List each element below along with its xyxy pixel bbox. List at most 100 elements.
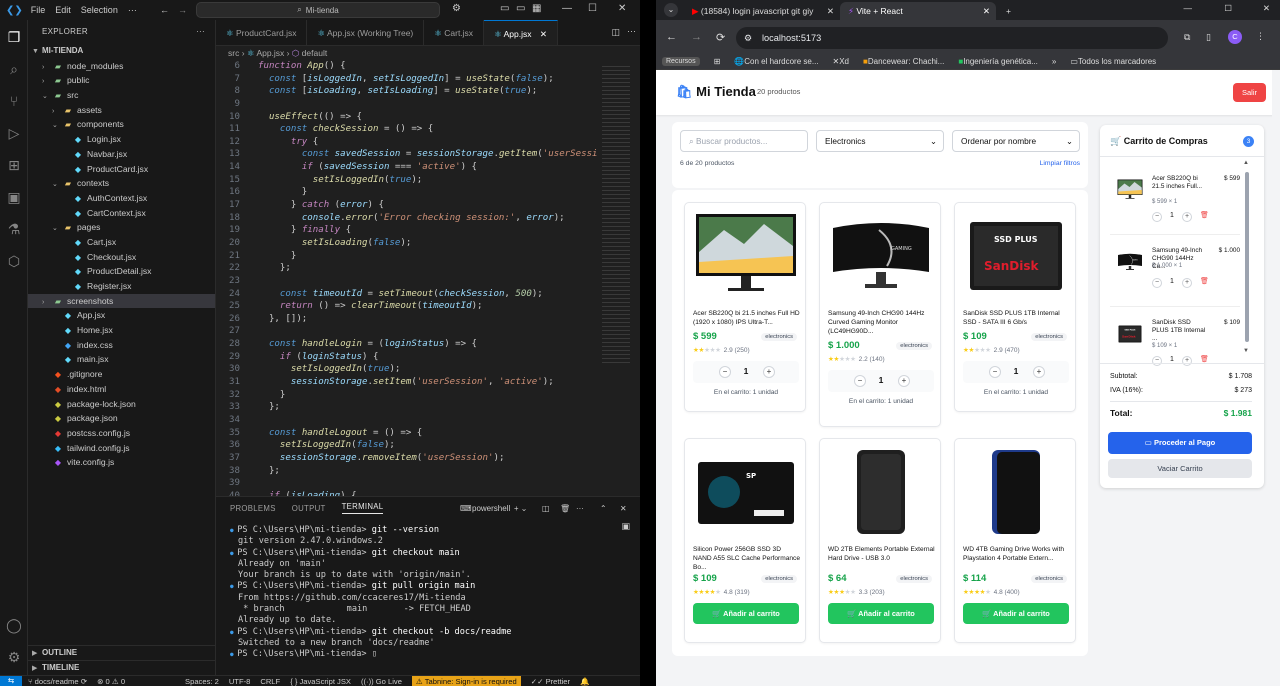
tab-productcard[interactable]: ⚛ ProductCard.jsx (216, 20, 308, 45)
product-card[interactable]: WD 4TB Gaming Drive Works with Playstati… (954, 438, 1076, 643)
product-card[interactable]: GAMING Samsung 49-Inch CHG90 144Hz Curved… (819, 202, 941, 427)
tree-file[interactable]: ◆ Register.jsx (28, 279, 215, 294)
code-line[interactable]: 27 (216, 325, 640, 338)
close-tab-icon[interactable]: ✕ (540, 29, 547, 39)
tree-file[interactable]: ◆ main.jsx (28, 352, 215, 367)
trash-icon[interactable]: 🗑 (1200, 211, 1209, 219)
product-name[interactable]: Samsung 49-Inch CHG90 144Hz Curved Gamin… (828, 309, 936, 336)
code-editor[interactable]: 6 function App() {7 const [isLoggedIn, se… (216, 60, 640, 496)
apps-grid-icon[interactable]: ⊞ (714, 57, 721, 66)
chrome-tab-vite[interactable]: ⚡ Vite + React ✕ (840, 2, 996, 20)
product-image[interactable]: SP (694, 448, 798, 536)
shop-logo[interactable]: 🛍 Mi Tienda (676, 84, 756, 100)
tree-file[interactable]: ◆ App.jsx (28, 308, 215, 323)
decrease-button[interactable]: − (1152, 212, 1162, 222)
search-input[interactable]: ⌕ Buscar productos... (680, 130, 808, 152)
code-line[interactable]: 32 } (216, 389, 640, 402)
tree-file[interactable]: ◆ index.html (28, 382, 215, 397)
product-name[interactable]: Acer SB220Q bi 21.5 inches Full HD (1920… (693, 309, 801, 327)
close-window-icon[interactable]: ✕ (1263, 3, 1270, 14)
encoding-status[interactable]: UTF-8 (229, 677, 251, 686)
maximize-icon[interactable]: ☐ (1224, 3, 1232, 14)
increase-button[interactable]: + (763, 366, 775, 378)
reload-icon[interactable]: ⟳ (716, 31, 725, 44)
code-line[interactable]: 17 } catch (error) { (216, 199, 640, 212)
add-to-cart-button[interactable]: 🛒 Añadir al carrito (693, 603, 799, 624)
new-tab-icon[interactable]: + (1006, 2, 1011, 20)
terminal-shell-label[interactable]: powershell (472, 504, 510, 513)
code-line[interactable]: 12 try { (216, 136, 640, 149)
tree-folder[interactable]: ⌄ ▰ src (28, 88, 215, 103)
problems-status[interactable]: ⊗ 0 ⚠ 0 (97, 677, 125, 686)
tree-file[interactable]: ◆ package-lock.json (28, 397, 215, 412)
product-card[interactable]: Acer SB220Q bi 21.5 inches Full HD (1920… (684, 202, 806, 412)
code-line[interactable]: 29 if (loginStatus) { (216, 351, 640, 364)
scroll-down-icon[interactable]: ▼ (1243, 348, 1249, 354)
explorer-icon[interactable]: ❐ (5, 28, 23, 46)
profile-avatar[interactable]: C (1228, 30, 1242, 44)
code-line[interactable]: 16 } (216, 186, 640, 199)
search-view-icon[interactable]: ⌕ (5, 60, 23, 78)
sort-select[interactable]: Ordenar por nombre ⌄ (952, 130, 1080, 152)
tree-file[interactable]: ◆ CartContext.jsx (28, 206, 215, 221)
notifications-icon[interactable]: 🔔 (580, 677, 589, 686)
tree-folder[interactable]: › ▰ assets (28, 103, 215, 118)
more-menu-icon[interactable]: ··· (128, 5, 137, 15)
docker-icon[interactable]: ⬡ (5, 252, 23, 270)
code-line[interactable]: 36 setIsLoggedIn(false); (216, 439, 640, 452)
logout-button[interactable]: Salir (1232, 83, 1266, 102)
remote-indicator-icon[interactable]: ⇆ (0, 675, 22, 686)
remote-explorer-icon[interactable]: ▣ (5, 188, 23, 206)
product-image[interactable] (829, 448, 933, 536)
source-control-icon[interactable]: ⑂ (5, 92, 23, 110)
code-line[interactable]: 7 const [isLoggedIn, setIsLoggedIn] = us… (216, 73, 640, 86)
maximize-icon[interactable]: ☐ (588, 3, 597, 14)
breadcrumb-file[interactable]: App.jsx (256, 48, 284, 58)
code-line[interactable]: 26 }, []); (216, 313, 640, 326)
decrease-button[interactable]: − (854, 375, 866, 387)
timeline-section[interactable]: ▶ TIMELINE (28, 660, 216, 675)
tree-file[interactable]: ◆ index.css (28, 338, 215, 353)
chrome-tab-youtube[interactable]: ▶ (18584) login javascript git giy ✕ (684, 2, 840, 20)
add-to-cart-button[interactable]: 🛒 Añadir al carrito (963, 603, 1069, 624)
manage-gear-icon[interactable]: ⚙ (5, 648, 23, 666)
editor-more-icon[interactable]: ··· (627, 26, 636, 36)
testing-icon[interactable]: ⚗ (5, 220, 23, 238)
code-line[interactable]: 30 setIsLoggedIn(true); (216, 363, 640, 376)
trash-icon[interactable]: 🗑 (1200, 277, 1209, 285)
code-line[interactable]: 34 (216, 414, 640, 427)
tree-folder[interactable]: › ▰ node_modules (28, 59, 215, 74)
back-arrow-icon[interactable]: ← (160, 5, 169, 15)
breadcrumb-src[interactable]: src (228, 48, 239, 58)
bookmark-2[interactable]: ✕ Xd (833, 57, 850, 66)
bookmark-recursos[interactable]: Recursos (662, 57, 700, 66)
product-image[interactable] (694, 212, 798, 300)
prettier-status[interactable]: ✓✓ Prettier (531, 677, 570, 686)
code-line[interactable]: 28 const handleLogin = (loginStatus) => … (216, 338, 640, 351)
tree-file[interactable]: ◆ .gitignore (28, 367, 215, 382)
close-tab-icon[interactable]: ✕ (827, 2, 834, 20)
code-line[interactable]: 33 }; (216, 401, 640, 414)
close-tab-icon[interactable]: ✕ (983, 2, 990, 20)
page-scrollbar[interactable] (1272, 70, 1280, 686)
product-image[interactable]: GAMING (829, 212, 933, 300)
menu-file[interactable]: File (31, 5, 46, 15)
scrollbar-thumb[interactable] (1245, 172, 1249, 342)
sidepanel-icon[interactable]: ▯ (1206, 32, 1211, 43)
tree-file[interactable]: ◆ Navbar.jsx (28, 147, 215, 162)
tree-file[interactable]: ◆ Checkout.jsx (28, 250, 215, 265)
tree-folder[interactable]: ⌄ ▰ contexts (28, 176, 215, 191)
code-line[interactable]: 37 sessionStorage.removeItem('userSessio… (216, 452, 640, 465)
terminal-list-icon[interactable]: ▣ (621, 521, 630, 532)
extensions-puzzle-icon[interactable]: ⧉ (1184, 32, 1190, 43)
layout-custom-icon[interactable]: ▦ (532, 3, 541, 14)
chrome-menu-icon[interactable]: ⋮ (1256, 31, 1265, 42)
code-line[interactable]: 8 const [isLoading, setIsLoading] = useS… (216, 85, 640, 98)
category-select[interactable]: Electronics ⌄ (816, 130, 944, 152)
product-image[interactable] (964, 448, 1068, 536)
code-line[interactable]: 15 setIsLoggedIn(true); (216, 174, 640, 187)
tab-app[interactable]: ⚛ App.jsx ✕ (484, 20, 558, 45)
tree-folder[interactable]: › ▰ public (28, 73, 215, 88)
checkout-button[interactable]: ▭ Proceder al Pago (1108, 432, 1252, 454)
tree-file[interactable]: ◆ ProductCard.jsx (28, 162, 215, 177)
